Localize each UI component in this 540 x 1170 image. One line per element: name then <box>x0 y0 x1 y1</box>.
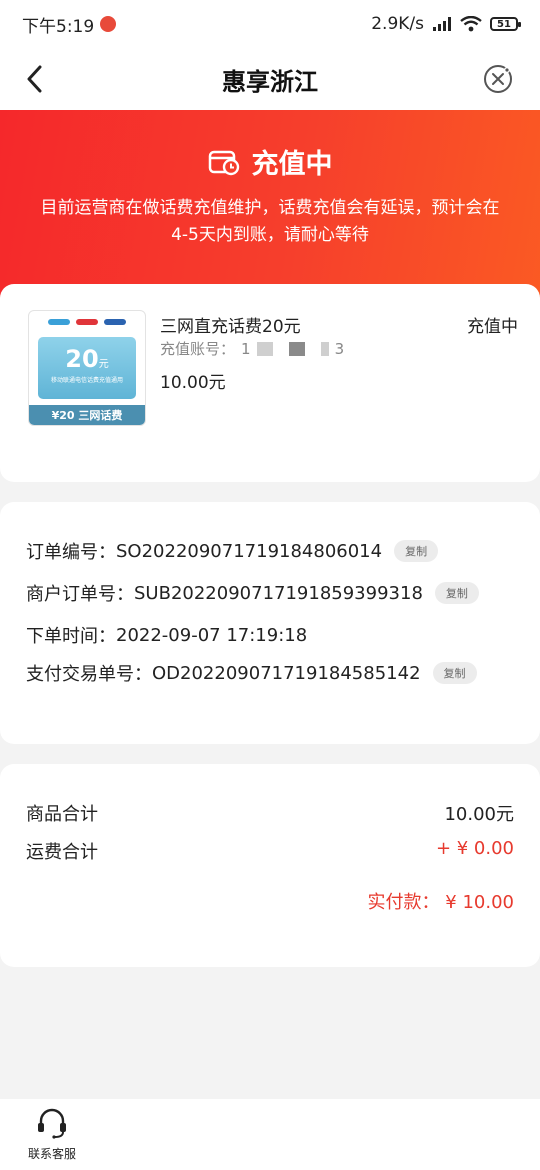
bottom-bar: 联系客服 <box>0 1099 540 1170</box>
status-bar: 下午5:19 2.9K/s 51 <box>0 0 540 48</box>
payment-trade-label: 支付交易单号： <box>26 664 152 685</box>
product-status: 充值中 <box>467 317 518 337</box>
chevron-left-icon <box>27 65 42 93</box>
page-title: 惠享浙江 <box>222 67 318 96</box>
signal-icon <box>433 17 451 31</box>
order-time-label: 下单时间： <box>26 626 116 647</box>
contact-service-button[interactable]: 联系客服 <box>24 1107 80 1162</box>
order-number-label: 订单编号： <box>26 542 116 563</box>
paid-amount-label: 实付款： <box>367 892 440 913</box>
headset-icon <box>38 1108 66 1139</box>
recharge-account: 充值账号： 1 3 <box>160 338 344 359</box>
copy-payment-trade-button[interactable]: 复制 <box>432 662 477 684</box>
order-info-card: 订单编号： SO202209071719184806014 复制 商户订单号： … <box>0 502 540 744</box>
goods-total-row: 商品合计 10.00元 <box>26 800 514 826</box>
merchant-order-value: SUB2022090717191859399318 <box>134 582 423 604</box>
banner-title: 充值中 <box>251 149 333 180</box>
china-mobile-logo <box>48 319 70 325</box>
summary-card: 商品合计 10.00元 运费合计 + ¥ 0.00 实付款： ¥ 10.00 <box>0 764 540 967</box>
payment-trade-row: 支付交易单号： OD202209071719184585142 复制 <box>26 660 477 686</box>
wifi-icon <box>460 16 482 32</box>
payment-trade-value: OD202209071719184585142 <box>152 662 421 684</box>
account-start: 1 <box>241 339 251 358</box>
product-card: 20元 移动联通电信话费充值通用 ¥20 三网话费 三网直充话费20元 充值中 … <box>0 284 540 482</box>
copy-order-number-button[interactable]: 复制 <box>394 540 439 562</box>
masked-digits <box>320 341 329 356</box>
status-banner: 充值中 目前运营商在做话费充值维护，话费充值会有延误，预计会在4-5天内到账，请… <box>0 110 540 310</box>
order-number-value: SO202209071719184806014 <box>116 540 383 562</box>
image-unit: 元 <box>98 359 109 370</box>
masked-digits <box>288 341 305 356</box>
merchant-order-row: 商户订单号： SUB2022090717191859399318 复制 <box>26 580 479 606</box>
battery-icon: 51 <box>490 17 521 31</box>
network-speed: 2.9K/s <box>371 14 424 34</box>
shipping-total-label: 运费合计 <box>26 842 98 863</box>
account-label: 充值账号： <box>160 340 236 358</box>
goods-total-label: 商品合计 <box>26 804 98 825</box>
product-image: 20元 移动联通电信话费充值通用 ¥20 三网话费 <box>28 310 146 426</box>
account-end: 3 <box>334 339 345 358</box>
battery-level: 51 <box>497 18 511 30</box>
contact-service-label: 联系客服 <box>27 1147 76 1161</box>
product-price: 10.00元 <box>160 373 226 393</box>
order-time-value: 2022-09-07 17:19:18 <box>116 624 308 646</box>
nav-bar: 惠享浙江 <box>0 48 540 110</box>
paid-amount-row: 实付款： ¥ 10.00 <box>368 888 514 914</box>
order-number-row: 订单编号： SO202209071719184806014 复制 <box>26 538 439 564</box>
image-bottom-label: ¥20 三网话费 <box>29 405 145 425</box>
notification-icon <box>100 16 117 32</box>
china-telecom-logo <box>104 319 126 325</box>
shipping-total-row: 运费合计 + ¥ 0.00 <box>26 838 514 864</box>
order-time-row: 下单时间： 2022-09-07 17:19:18 <box>26 622 307 648</box>
copy-merchant-order-button[interactable]: 复制 <box>434 582 479 604</box>
masked-digits <box>256 341 273 356</box>
wallet-clock-icon <box>208 150 239 175</box>
product-name: 三网直充话费20元 <box>160 317 301 337</box>
merchant-order-label: 商户订单号： <box>26 584 134 605</box>
close-circle-icon[interactable] <box>482 63 514 95</box>
image-subtext: 移动联通电信话费充值通用 <box>50 377 123 384</box>
goods-total-value: 10.00元 <box>444 804 514 825</box>
back-button[interactable] <box>18 62 52 96</box>
image-amount: 20 <box>65 345 99 373</box>
china-unicom-logo <box>76 319 98 325</box>
status-time: 下午5:19 <box>22 16 95 37</box>
banner-description: 目前运营商在做话费充值维护，话费充值会有延误，预计会在4-5天内到账，请耐心等待 <box>40 198 500 245</box>
shipping-total-value: + ¥ 0.00 <box>435 838 514 859</box>
paid-amount-value: ¥ 10.00 <box>445 892 514 913</box>
